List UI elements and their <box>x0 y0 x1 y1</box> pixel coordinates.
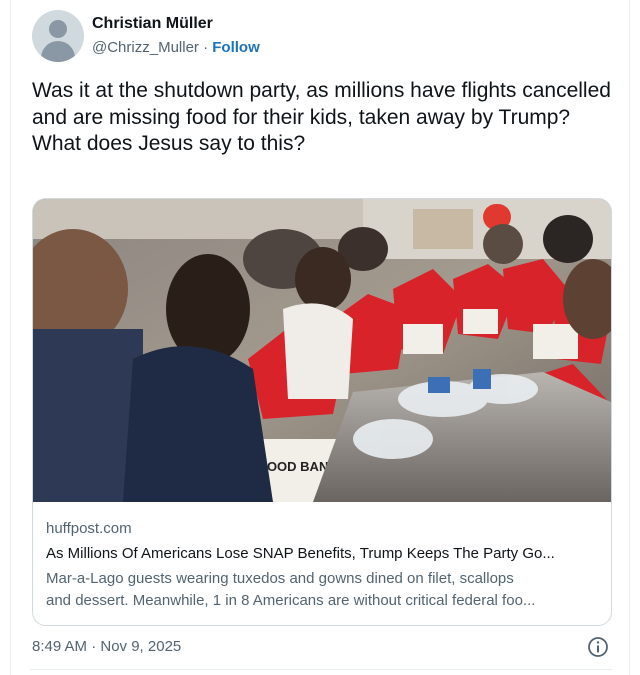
link-card-meta: huffpost.com As Millions Of Americans Lo… <box>33 502 611 612</box>
tweet-timestamp[interactable]: 8:49 AM · Nov 9, 2025 <box>32 637 181 657</box>
avatar-placeholder-head <box>49 20 67 38</box>
link-card-domain: huffpost.com <box>46 520 132 537</box>
tweet-text: Was it at the shutdown party, as million… <box>32 79 611 155</box>
link-card-description-line: Mar-a-Lago guests wearing tuxedos and go… <box>46 570 514 587</box>
handle-separator: · <box>203 38 209 56</box>
avatar-placeholder-body <box>41 41 75 62</box>
link-card-description: Mar-a-Lago guests wearing tuxedos and go… <box>46 568 598 612</box>
avatar[interactable] <box>32 10 84 62</box>
timeline-left-border <box>10 0 11 675</box>
divider <box>30 669 612 670</box>
timeline-right-border <box>629 0 630 675</box>
tweet-author: Christian Müller @Chrizz_Muller · Follow <box>32 10 260 62</box>
link-card-image[interactable]: FOOD BANK <box>33 199 611 502</box>
info-icon[interactable] <box>587 636 609 658</box>
link-card-title[interactable]: As Millions Of Americans Lose SNAP Benef… <box>46 543 598 565</box>
author-display-name[interactable]: Christian Müller <box>92 14 260 34</box>
author-handle-row: @Chrizz_Muller · Follow <box>92 37 260 59</box>
link-card[interactable]: FOOD BANK huffpost.com As Millions Of Am… <box>32 198 612 626</box>
follow-button[interactable]: Follow <box>212 39 260 56</box>
link-card-description-line: and dessert. Meanwhile, 1 in 8 Americans… <box>46 592 536 609</box>
author-names: Christian Müller @Chrizz_Muller · Follow <box>92 14 260 59</box>
author-handle[interactable]: @Chrizz_Muller <box>92 39 199 56</box>
